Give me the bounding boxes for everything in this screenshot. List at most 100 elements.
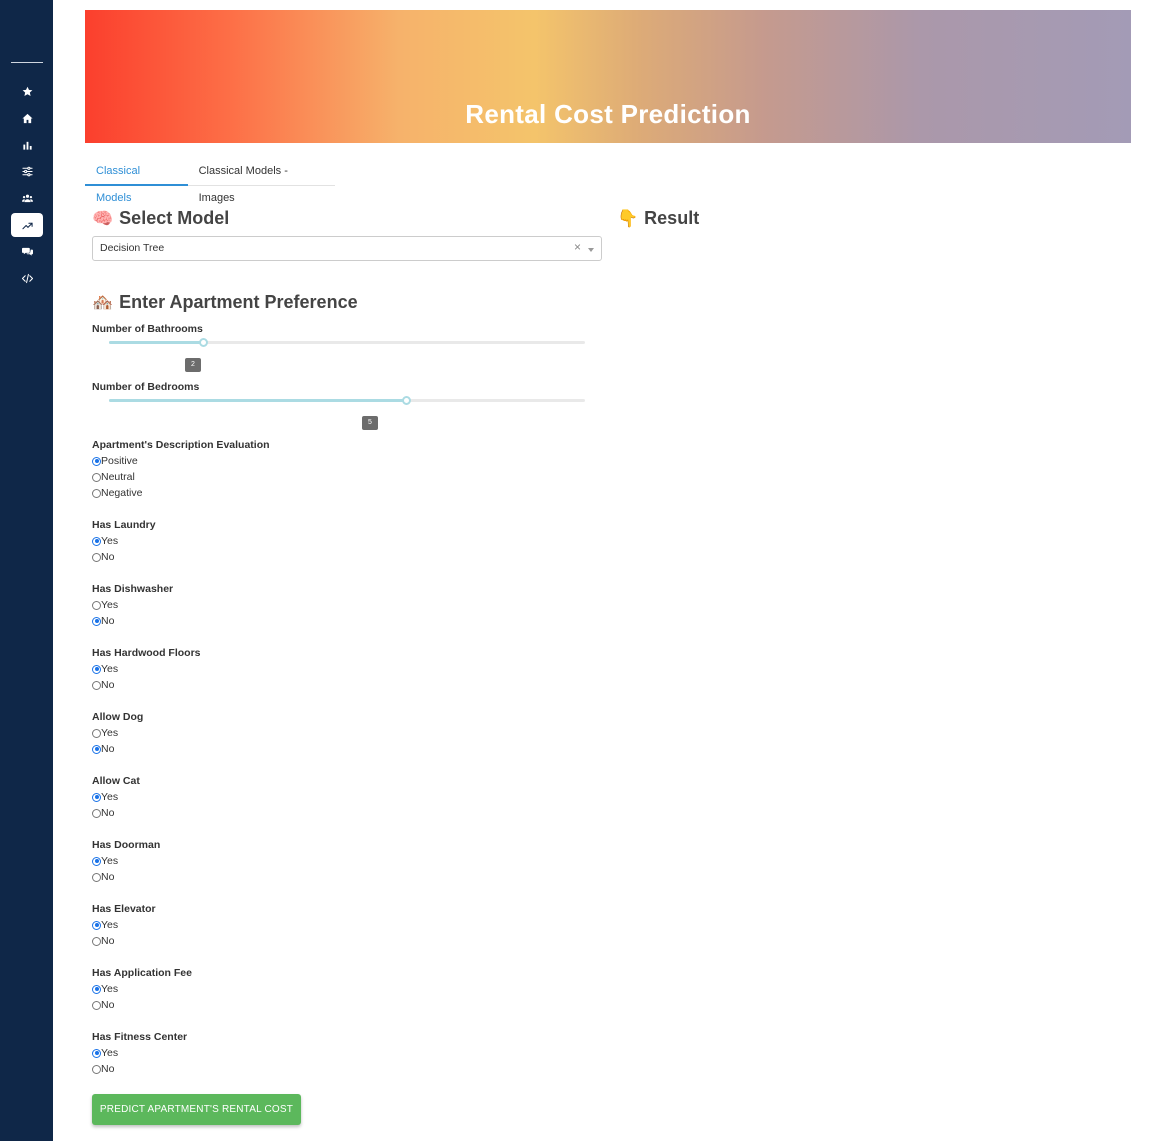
- radio-label: Yes: [101, 791, 119, 803]
- fitness-center-yes[interactable]: Yes: [92, 1047, 118, 1059]
- slider-track: [109, 399, 406, 402]
- hardwood-floors-no[interactable]: No: [92, 679, 114, 691]
- radio-positive[interactable]: Positive: [92, 455, 138, 467]
- radio-label: Yes: [101, 919, 119, 931]
- page-title: Rental Cost Prediction: [465, 99, 751, 129]
- application-fee-yes[interactable]: Yes: [92, 983, 118, 995]
- radio-button[interactable]: [92, 472, 101, 482]
- allow-cat-label: Allow Cat: [92, 775, 140, 787]
- radio-button[interactable]: [92, 936, 101, 946]
- dishwasher-no[interactable]: No: [92, 615, 114, 627]
- dishwasher-yes[interactable]: Yes: [92, 599, 118, 611]
- radio-button[interactable]: [92, 1048, 101, 1058]
- dishwasher-label: Has Dishwasher: [92, 583, 174, 595]
- radio-button[interactable]: [92, 728, 101, 738]
- radio-label: No: [101, 615, 115, 627]
- select-model-heading: 🧠 Select Model: [92, 208, 229, 229]
- doorman-no[interactable]: No: [92, 871, 114, 883]
- radio-button[interactable]: [92, 792, 101, 802]
- brain-icon: 🧠: [92, 208, 114, 228]
- application-fee-label: Has Application Fee: [92, 967, 192, 979]
- allow-cat-no[interactable]: No: [92, 807, 114, 819]
- radio-label: No: [101, 935, 115, 947]
- sliders-icon: [21, 166, 33, 176]
- radio-button[interactable]: [92, 1000, 101, 1010]
- elevator-no[interactable]: No: [92, 935, 114, 947]
- star-icon: [22, 86, 32, 96]
- hardwood-floors-label: Has Hardwood Floors: [92, 647, 201, 659]
- houses-icon: 🏘️: [92, 292, 114, 312]
- laundry-no[interactable]: No: [92, 551, 114, 563]
- radio-button[interactable]: [92, 552, 101, 562]
- elevator-label: Has Elevator: [92, 903, 156, 915]
- radio-button[interactable]: [92, 616, 101, 626]
- sidebar-item-chat[interactable]: [11, 239, 43, 263]
- predict-button[interactable]: PREDICT APARTMENT'S RENTAL COST: [92, 1094, 301, 1125]
- chevron-down-icon[interactable]: [588, 248, 594, 252]
- radio-button[interactable]: [92, 920, 101, 930]
- radio-label: No: [101, 551, 115, 563]
- radio-button[interactable]: [92, 488, 101, 498]
- sidebar-item-settings[interactable]: [11, 159, 43, 183]
- radio-button[interactable]: [92, 1064, 101, 1074]
- hardwood-floors-yes[interactable]: Yes: [92, 663, 118, 675]
- sidebar-item-code[interactable]: [11, 266, 43, 290]
- allow-dog-yes[interactable]: Yes: [92, 727, 118, 739]
- slider-track: [109, 341, 203, 344]
- sidebar-divider: [11, 62, 43, 63]
- model-select[interactable]: Decision Tree ×: [92, 236, 602, 261]
- bathrooms-slider[interactable]: 2: [109, 336, 585, 372]
- result-heading: 👇 Result: [617, 208, 699, 229]
- model-select-value: Decision Tree: [100, 242, 165, 254]
- elevator-yes[interactable]: Yes: [92, 919, 118, 931]
- header-banner: Rental Cost Prediction: [85, 10, 1131, 143]
- doorman-label: Has Doorman: [92, 839, 161, 851]
- radio-button[interactable]: [92, 984, 101, 994]
- tab-classical-models[interactable]: Classical Models: [85, 158, 188, 204]
- home-icon: [21, 113, 33, 123]
- doorman-yes[interactable]: Yes: [92, 855, 118, 867]
- radio-button[interactable]: [92, 664, 101, 674]
- users-icon: [21, 194, 33, 202]
- sidebar-item-prediction[interactable]: [11, 213, 43, 237]
- radio-negative[interactable]: Negative: [92, 487, 142, 499]
- radio-label: No: [101, 743, 115, 755]
- sidebar-item-home[interactable]: [11, 106, 43, 130]
- allow-dog-no[interactable]: No: [92, 743, 114, 755]
- radio-button[interactable]: [92, 456, 101, 466]
- radio-button[interactable]: [92, 856, 101, 866]
- preference-heading-text: Enter Apartment Preference: [119, 292, 358, 312]
- radio-button[interactable]: [92, 600, 101, 610]
- radio-label: No: [101, 679, 115, 691]
- preference-heading: 🏘️ Enter Apartment Preference: [92, 292, 358, 313]
- application-fee-no[interactable]: No: [92, 999, 114, 1011]
- radio-button[interactable]: [92, 536, 101, 546]
- bathrooms-label: Number of Bathrooms: [92, 323, 203, 335]
- bedrooms-slider[interactable]: 5: [109, 394, 585, 430]
- slider-handle[interactable]: [199, 338, 208, 347]
- radio-neutral[interactable]: Neutral: [92, 471, 135, 483]
- slider-value-tooltip: 2: [185, 358, 201, 372]
- allow-cat-yes[interactable]: Yes: [92, 791, 118, 803]
- select-model-heading-text: Select Model: [119, 208, 230, 228]
- radio-button[interactable]: [92, 744, 101, 754]
- sidebar-item-team[interactable]: [11, 186, 43, 210]
- description-evaluation-label: Apartment's Description Evaluation: [92, 439, 270, 451]
- fitness-center-label: Has Fitness Center: [92, 1031, 188, 1043]
- bedrooms-label: Number of Bedrooms: [92, 381, 200, 393]
- slider-handle[interactable]: [402, 396, 411, 405]
- result-heading-text: Result: [644, 208, 700, 228]
- radio-button[interactable]: [92, 808, 101, 818]
- radio-button[interactable]: [92, 680, 101, 690]
- slider-value-tooltip: 5: [362, 416, 378, 430]
- fitness-center-no[interactable]: No: [92, 1063, 114, 1075]
- tab-classical-models-images[interactable]: Classical Models - Images: [188, 158, 335, 204]
- radio-button[interactable]: [92, 872, 101, 882]
- allow-dog-label: Allow Dog: [92, 711, 144, 723]
- laundry-yes[interactable]: Yes: [92, 535, 118, 547]
- sidebar-item-star[interactable]: [11, 79, 43, 103]
- radio-label: Yes: [101, 599, 119, 611]
- clear-icon[interactable]: ×: [574, 240, 581, 254]
- sidebar: [0, 0, 53, 1141]
- sidebar-item-charts[interactable]: [11, 133, 43, 157]
